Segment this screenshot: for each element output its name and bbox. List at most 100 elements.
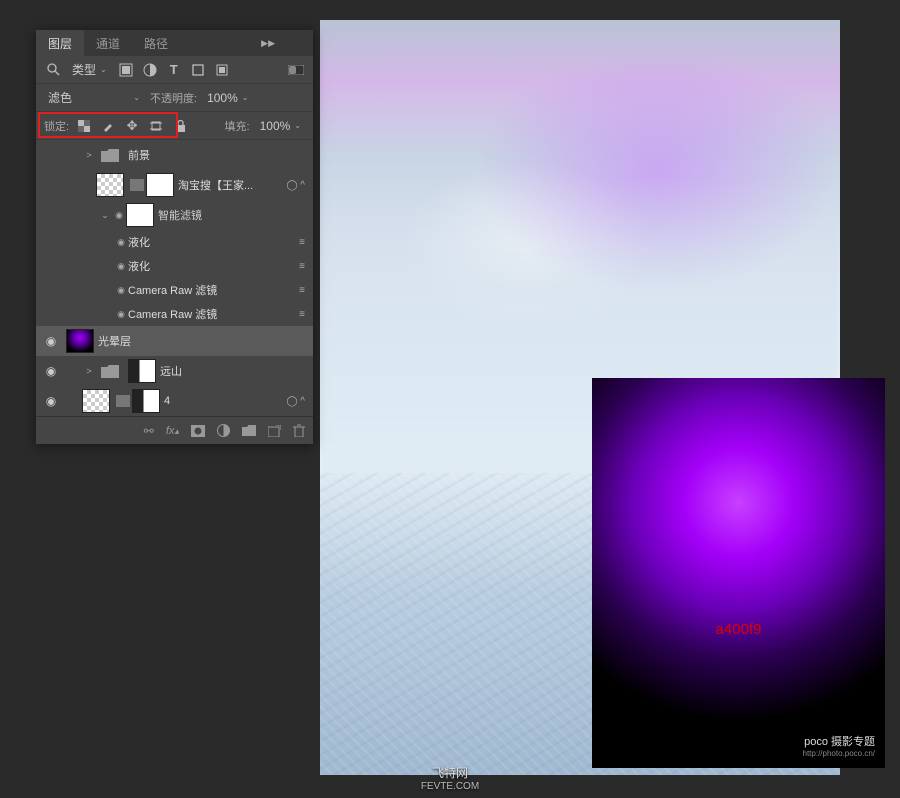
lock-artboard-icon[interactable] bbox=[147, 117, 165, 135]
fill-value: 100% bbox=[260, 119, 291, 133]
lock-all-icon[interactable] bbox=[171, 117, 189, 135]
layer-name: Camera Raw 滤镜 bbox=[128, 282, 295, 298]
layer-controls[interactable]: ≡ bbox=[299, 261, 305, 272]
adjustment-icon[interactable] bbox=[217, 424, 230, 437]
layer-controls[interactable]: ≡ bbox=[299, 237, 305, 248]
layer-row[interactable]: ◉Camera Raw 滤镜 ≡ bbox=[36, 278, 313, 302]
poco-watermark: poco 摄影专题 http://photo.poco.cn/ bbox=[803, 733, 876, 758]
tab-layers[interactable]: 图层 bbox=[36, 30, 84, 56]
watermark-name: 飞特网 bbox=[432, 766, 468, 780]
lock-label: 锁定: bbox=[44, 118, 69, 134]
layer-name: 淘宝搜【王家... bbox=[178, 177, 282, 193]
layer-thumbnail bbox=[96, 173, 124, 197]
layer-name: 液化 bbox=[128, 258, 295, 274]
layer-thumbnail bbox=[126, 203, 154, 227]
link-icon bbox=[116, 395, 130, 407]
layer-thumbnail bbox=[82, 389, 110, 413]
poco-url: http://photo.poco.cn/ bbox=[803, 749, 876, 758]
color-code-label: a400f9 bbox=[592, 621, 885, 638]
layer-row[interactable]: ◉液化 ≡ bbox=[36, 230, 313, 254]
folder-icon bbox=[96, 143, 124, 167]
layer-row[interactable]: ◉ 光晕层 bbox=[36, 326, 313, 356]
expand-icon[interactable]: > bbox=[82, 150, 96, 160]
mask-thumbnail bbox=[128, 359, 156, 383]
opacity-label: 不透明度: bbox=[150, 90, 197, 106]
mask-thumbnail bbox=[132, 389, 160, 413]
layer-list: >前景淘宝搜【王家...◯ ^⌄◉智能滤镜◉液化≡◉液化≡◉Camera Raw… bbox=[36, 140, 313, 416]
filter-kind-label: 类型 bbox=[72, 61, 96, 78]
opacity-value: 100% bbox=[207, 91, 238, 105]
filter-visibility-icon[interactable]: ◉ bbox=[114, 309, 128, 320]
filter-visibility-icon[interactable]: ◉ bbox=[112, 210, 126, 221]
filter-visibility-icon[interactable]: ◉ bbox=[114, 261, 128, 272]
layer-name: 液化 bbox=[128, 234, 295, 250]
lock-brush-icon[interactable] bbox=[99, 117, 117, 135]
filter-type-row: 类型 ⌄ T bbox=[36, 56, 313, 84]
layer-row[interactable]: ⌄◉ 智能滤镜 bbox=[36, 200, 313, 230]
layer-controls[interactable]: ◯ ^ bbox=[286, 396, 305, 407]
tab-channels[interactable]: 通道 bbox=[84, 30, 132, 56]
lock-transparent-icon[interactable] bbox=[75, 117, 93, 135]
layer-thumbnail bbox=[66, 329, 94, 353]
layer-controls[interactable]: ≡ bbox=[299, 285, 305, 296]
glow-layer-preview: a400f9 poco 摄影专题 http://photo.poco.cn/ bbox=[592, 378, 885, 768]
fill-input[interactable]: 100% ⌄ bbox=[256, 117, 305, 135]
layer-name: 4 bbox=[164, 395, 282, 407]
layer-name: Camera Raw 滤镜 bbox=[128, 306, 295, 322]
layer-row[interactable]: > 前景 bbox=[36, 140, 313, 170]
chevron-down-icon: ⌄ bbox=[242, 93, 249, 102]
link-icon bbox=[130, 179, 144, 191]
panel-menu-icon[interactable]: ▶▶ bbox=[261, 38, 275, 49]
layer-name: 智能滤镜 bbox=[158, 207, 305, 223]
expand-icon[interactable]: > bbox=[82, 366, 96, 376]
trash-icon[interactable] bbox=[293, 424, 305, 437]
watermark-url: FEVTE.COM bbox=[0, 781, 900, 792]
filter-visibility-icon[interactable]: ◉ bbox=[114, 237, 128, 248]
filter-toggle-icon[interactable] bbox=[287, 61, 305, 79]
new-layer-icon[interactable] bbox=[268, 425, 281, 437]
layer-controls[interactable]: ◯ ^ bbox=[286, 180, 305, 191]
mask-icon[interactable] bbox=[191, 425, 205, 437]
visibility-toggle[interactable]: ◉ bbox=[36, 334, 66, 348]
filter-visibility-icon[interactable]: ◉ bbox=[114, 285, 128, 296]
panel-bottom-bar: ⚯ fx▴ bbox=[36, 416, 313, 444]
filter-text-icon[interactable]: T bbox=[165, 61, 183, 79]
chevron-down-icon: ⌄ bbox=[294, 121, 301, 130]
opacity-input[interactable]: 100% ⌄ bbox=[203, 89, 252, 107]
layer-controls[interactable]: ≡ bbox=[299, 309, 305, 320]
visibility-toggle[interactable]: ◉ bbox=[36, 394, 66, 408]
filter-shape-icon[interactable] bbox=[189, 61, 207, 79]
fill-label: 填充: bbox=[225, 118, 250, 134]
chevron-down-icon: ⌄ bbox=[100, 65, 107, 74]
layer-name: 远山 bbox=[160, 363, 305, 379]
layer-row[interactable]: ◉Camera Raw 滤镜 ≡ bbox=[36, 302, 313, 326]
visibility-toggle[interactable]: ◉ bbox=[36, 364, 66, 378]
link-layers-icon[interactable]: ⚯ bbox=[144, 424, 154, 438]
filter-kind-dropdown[interactable]: 类型 ⌄ bbox=[68, 59, 111, 80]
blend-mode-value: 滤色 bbox=[48, 89, 72, 106]
mask-thumbnail bbox=[146, 173, 174, 197]
layer-row[interactable]: ◉ 4 ◯ ^ bbox=[36, 386, 313, 416]
fx-icon[interactable]: fx▴ bbox=[166, 425, 179, 437]
site-watermark: 飞特网 FEVTE.COM bbox=[0, 764, 900, 792]
filter-pixel-icon[interactable] bbox=[117, 61, 135, 79]
group-icon[interactable] bbox=[242, 425, 256, 436]
filter-smart-icon[interactable] bbox=[213, 61, 231, 79]
layer-name: 前景 bbox=[128, 147, 305, 163]
layer-row[interactable]: ◉ > 远山 bbox=[36, 356, 313, 386]
lock-position-icon[interactable]: ✥ bbox=[123, 117, 141, 135]
expand-icon[interactable]: ⌄ bbox=[98, 210, 112, 221]
layers-panel: ▶▶ 图层 通道 路径 类型 ⌄ T 滤色 ⌄ 不透明度: 100% ⌄ 锁定: bbox=[36, 30, 313, 444]
chevron-down-icon: ⌄ bbox=[133, 93, 140, 102]
blend-mode-row: 滤色 ⌄ 不透明度: 100% ⌄ bbox=[36, 84, 313, 112]
folder-icon bbox=[96, 359, 124, 383]
poco-brand: poco 摄影专题 bbox=[804, 736, 875, 748]
filter-adjust-icon[interactable] bbox=[141, 61, 159, 79]
search-icon[interactable] bbox=[44, 61, 62, 79]
layer-name: 光晕层 bbox=[98, 333, 305, 349]
blend-mode-dropdown[interactable]: 滤色 ⌄ bbox=[44, 87, 144, 108]
tab-paths[interactable]: 路径 bbox=[132, 30, 180, 56]
layer-row[interactable]: ◉液化 ≡ bbox=[36, 254, 313, 278]
layer-row[interactable]: 淘宝搜【王家... ◯ ^ bbox=[36, 170, 313, 200]
lock-row: 锁定: ✥ 填充: 100% ⌄ bbox=[36, 112, 313, 140]
